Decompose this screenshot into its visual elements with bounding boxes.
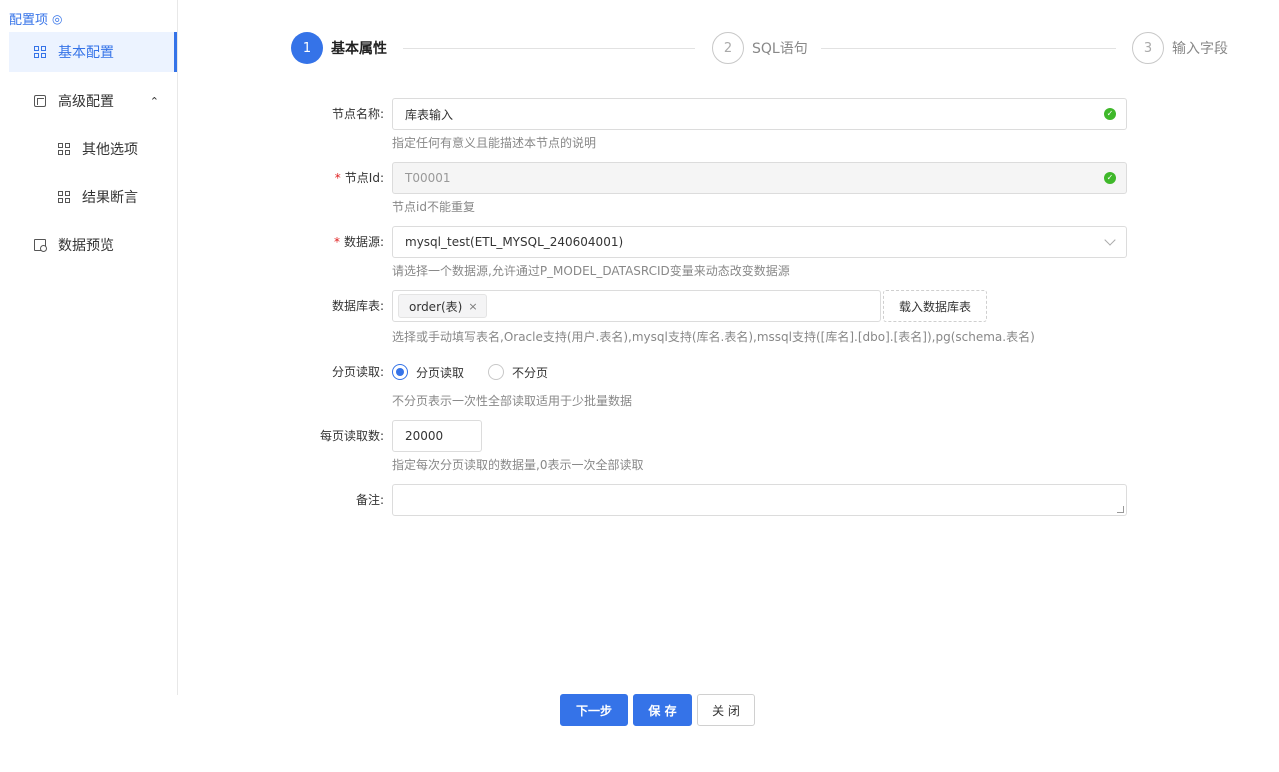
radio-checked-icon	[392, 364, 408, 380]
radio-paging-read[interactable]: 分页读取	[392, 364, 464, 381]
paging-hint: 不分页表示一次性全部读取适用于少批量数据	[392, 394, 633, 408]
sidebar-item-other-options[interactable]: 其他选项	[9, 129, 177, 169]
datasource-value: mysql_test(ETL_MYSQL_240604001)	[405, 235, 624, 249]
load-tables-button[interactable]: 载入数据库表	[883, 290, 987, 322]
db-table-hint: 选择或手动填写表名,Oracle支持(用户.表名),mysql支持(库名.表名)…	[392, 330, 1035, 344]
resize-handle-icon[interactable]	[1117, 506, 1124, 513]
step-input-fields[interactable]: 3 输入字段	[1132, 32, 1228, 64]
cube-icon	[33, 94, 47, 108]
table-tag: order(表) ×	[398, 294, 487, 318]
step-number: 2	[712, 32, 744, 64]
step-label: 基本属性	[331, 41, 387, 57]
datasource-hint: 请选择一个数据源,允许通过P_MODEL_DATASRCID变量来动态改变数据源	[392, 264, 790, 278]
page-size-value: 20000	[405, 429, 444, 443]
grid-icon	[33, 45, 47, 59]
sidebar-item-advanced-config[interactable]: 高级配置 ⌃	[9, 81, 177, 121]
step-sql[interactable]: 2 SQL语句	[712, 32, 808, 64]
sidebar-item-label: 高级配置	[58, 94, 114, 110]
chevron-down-icon	[1104, 234, 1116, 246]
node-name-input[interactable]: 库表输入 ✓	[392, 98, 1127, 130]
step-indicator: 1 基本属性 2 SQL语句 3 输入字段	[291, 32, 1231, 64]
sidebar-item-basic-config[interactable]: 基本配置	[9, 32, 177, 72]
db-table-select[interactable]: order(表) ×	[392, 290, 881, 322]
close-button[interactable]: 关 闭	[697, 694, 755, 726]
preview-icon	[33, 238, 47, 252]
step-basic-attributes[interactable]: 1 基本属性	[291, 32, 387, 64]
sidebar-item-result-assertion[interactable]: 结果断言	[9, 177, 177, 217]
sidebar-title: 配置项	[9, 13, 49, 28]
paging-label: 分页读取:	[331, 365, 384, 379]
step-connector	[821, 48, 1116, 49]
page-size-label: 每页读取数:	[319, 429, 384, 443]
paging-radio-group: 分页读取 不分页	[392, 362, 572, 382]
datasource-select[interactable]: mysql_test(ETL_MYSQL_240604001)	[392, 226, 1127, 258]
sidebar-header: 配置项 ◎	[9, 9, 63, 29]
sidebar-item-label: 数据预览	[58, 238, 114, 254]
radio-no-paging[interactable]: 不分页	[488, 364, 548, 381]
remark-label: 备注:	[355, 493, 384, 507]
datasource-label: * 数据源:	[333, 235, 384, 249]
step-number: 3	[1132, 32, 1164, 64]
sidebar-item-data-preview[interactable]: 数据预览	[9, 225, 177, 265]
check-circle-icon: ✓	[1104, 172, 1116, 184]
sidebar: 配置项 ◎ 基本配置 高级配置 ⌃ 其他选项 结果断言 数据预览	[0, 0, 178, 695]
check-circle-icon: ✓	[1104, 108, 1116, 120]
radio-label: 分页读取	[416, 365, 465, 380]
node-name-hint: 指定任何有意义且能描述本节点的说明	[392, 136, 597, 150]
page-size-hint: 指定每次分页读取的数据量,0表示一次全部读取	[392, 458, 644, 472]
node-id-input: T00001 ✓	[392, 162, 1127, 194]
page-size-input[interactable]: 20000	[392, 420, 482, 452]
step-number: 1	[291, 32, 323, 64]
target-icon[interactable]: ◎	[52, 12, 62, 26]
chevron-up-icon: ⌃	[149, 94, 159, 108]
sidebar-item-label: 其他选项	[82, 142, 138, 158]
tag-label: order(表)	[409, 299, 463, 314]
close-icon[interactable]: ×	[468, 300, 477, 313]
grid-icon	[57, 190, 71, 204]
grid-icon	[57, 142, 71, 156]
step-label: SQL语句	[752, 41, 808, 57]
next-step-button[interactable]: 下一步	[560, 694, 628, 726]
step-label: 输入字段	[1172, 41, 1228, 57]
remark-textarea[interactable]	[392, 484, 1127, 516]
node-id-label: * 节点Id:	[334, 171, 384, 185]
sidebar-item-label: 结果断言	[82, 190, 138, 206]
node-id-value: T00001	[405, 171, 451, 185]
save-button[interactable]: 保 存	[633, 694, 692, 726]
step-connector	[403, 48, 695, 49]
node-name-value: 库表输入	[405, 107, 454, 122]
node-name-label: 节点名称:	[331, 107, 384, 121]
sidebar-item-label: 基本配置	[58, 45, 114, 61]
radio-label: 不分页	[512, 365, 549, 380]
node-id-hint: 节点id不能重复	[392, 200, 475, 214]
radio-unchecked-icon	[488, 364, 505, 380]
db-table-label: 数据库表:	[331, 299, 384, 313]
